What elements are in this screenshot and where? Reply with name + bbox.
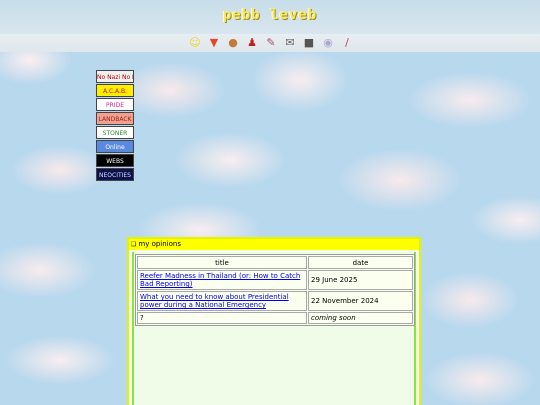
table-header-row: title date <box>137 256 413 269</box>
column-header-title: title <box>137 256 307 269</box>
badge-stoner[interactable]: STONER <box>96 126 134 139</box>
row-title-cell: Reefer Madness in Thailand (or: How to C… <box>137 270 307 290</box>
wand-icon[interactable]: / <box>340 36 354 50</box>
table-body: Reefer Madness in Thailand (or: How to C… <box>137 270 413 324</box>
triangle-icon[interactable]: ▼ <box>207 36 221 50</box>
row-date-cell: 22 November 2024 <box>308 291 413 311</box>
nav-bar: ☺ ▼ ● ♟ ✎ ✉ ■ ◉ / <box>188 35 354 51</box>
badge-pride[interactable]: PRIDE <box>96 98 134 111</box>
row-title-cell: What you need to know about Presidential… <box>137 291 307 311</box>
table-row: What you need to know about Presidential… <box>137 291 413 311</box>
notepad-icon[interactable]: ✉ <box>283 36 297 50</box>
panel-heading-text: my opinions <box>138 240 181 248</box>
badge-landback[interactable]: LANDBACK <box>96 112 134 125</box>
bullet-icon: ❏ <box>131 241 137 248</box>
pen-icon[interactable]: ✎ <box>264 36 278 50</box>
badge-webs[interactable]: WEBS <box>96 154 134 167</box>
panel-heading: ❏ my opinions <box>129 239 419 250</box>
row-date-cell: coming soon <box>308 312 413 324</box>
camera-icon[interactable]: ■ <box>302 36 316 50</box>
badge-neocities[interactable]: NEOCITIES <box>96 168 134 181</box>
table-row: Reefer Madness in Thailand (or: How to C… <box>137 270 413 290</box>
column-header-date: date <box>308 256 413 269</box>
site-title: pebb leveb <box>222 7 318 23</box>
badge-a-c-a-b[interactable]: A.C.A.B. <box>96 84 134 97</box>
row-title-cell: ? <box>137 312 307 324</box>
row-date-cell: 29 June 2025 <box>308 270 413 290</box>
opinions-table: title date Reefer Madness in Thailand (o… <box>135 254 415 326</box>
opinion-link[interactable]: Reefer Madness in Thailand (or: How to C… <box>140 272 300 288</box>
table-row: ? coming soon <box>137 312 413 324</box>
badge-no-nazi-no-fascist[interactable]: No Nazi No Fascist <box>96 70 134 83</box>
smiley-icon[interactable]: ☺ <box>188 36 202 50</box>
figure-icon[interactable]: ♟ <box>245 36 259 50</box>
opinions-panel: ❏ my opinions title date Reefer Madness i… <box>127 237 421 405</box>
badge-online[interactable]: Online <box>96 140 134 153</box>
disc-icon[interactable]: ◉ <box>321 36 335 50</box>
palette-icon[interactable]: ● <box>226 36 240 50</box>
opinion-link[interactable]: What you need to know about Presidential… <box>140 293 289 309</box>
